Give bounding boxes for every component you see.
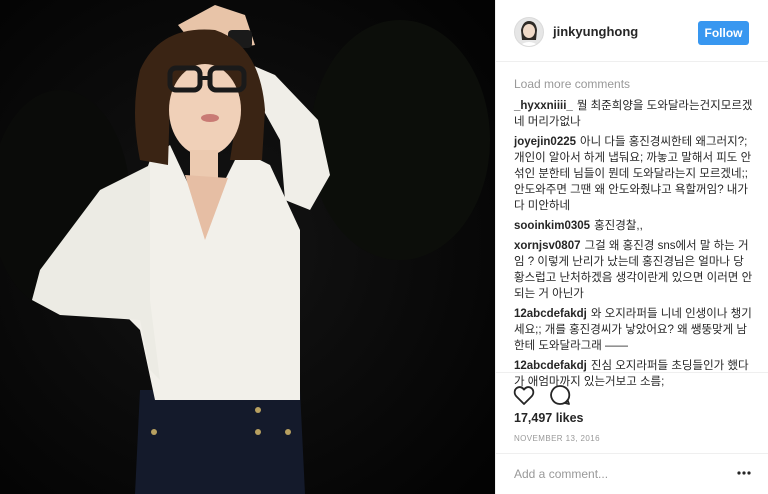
comment-text: 홍진경찰,, (594, 220, 643, 232)
post-actions: 17,497 likes NOVEMBER 13, 2016 (496, 372, 768, 490)
comment: xornjsv0807 그걸 왜 홍진경 sns에서 말 하는 거임 ? 이렇게 … (514, 238, 754, 302)
post-photo-illustration (0, 0, 495, 494)
comment-author[interactable]: 12abcdefakdj (514, 360, 587, 372)
add-comment-bar (496, 453, 768, 491)
comment-author[interactable]: xornjsv0807 (514, 240, 581, 252)
comment-author[interactable]: joyejin0225 (514, 136, 576, 148)
comment: joyejin0225 아니 다들 홍진경씨한테 왜그러지?; 개인이 알아서 하… (514, 134, 754, 214)
comment-author[interactable]: _hyxxniiii_ (514, 100, 573, 112)
follow-button[interactable]: Follow (698, 21, 749, 45)
ellipsis-icon-glyph (737, 471, 751, 475)
comment-author[interactable]: sooinkim0305 (514, 220, 590, 232)
avatar[interactable] (514, 17, 544, 47)
username[interactable]: jinkyunghong (553, 24, 638, 39)
heart-icon[interactable] (512, 383, 536, 407)
ellipsis-icon[interactable] (736, 466, 752, 480)
comments-list: Load more comments _hyxxniiii_ 뭘 최준희양을 도와… (514, 76, 754, 394)
like-count[interactable]: 17,497 likes (514, 411, 584, 425)
comment: _hyxxniiii_ 뭘 최준희양을 도와달라는건지모르겠네 머리가없나 (514, 98, 754, 130)
post-header: jinkyunghong Follow (496, 0, 768, 62)
comment-bubble-icon[interactable] (548, 383, 572, 407)
post-date: NOVEMBER 13, 2016 (514, 434, 600, 443)
heart-icon-glyph (513, 386, 535, 405)
comment-author[interactable]: 12abcdefakdj (514, 308, 587, 320)
post-photo[interactable] (0, 0, 495, 494)
comment-bubble-icon-glyph (550, 385, 571, 405)
action-icons (512, 383, 580, 407)
comment: 12abcdefakdj 와 오지라퍼들 니네 인생이나 챙기세요;; 개를 홍진… (514, 306, 754, 354)
post-details-panel: jinkyunghong Follow Load more comments _… (495, 0, 768, 494)
comment: sooinkim0305 홍진경찰,, (514, 218, 754, 234)
load-more-comments-link[interactable]: Load more comments (514, 76, 754, 96)
avatar-image (515, 18, 543, 46)
add-comment-input[interactable] (514, 465, 714, 483)
